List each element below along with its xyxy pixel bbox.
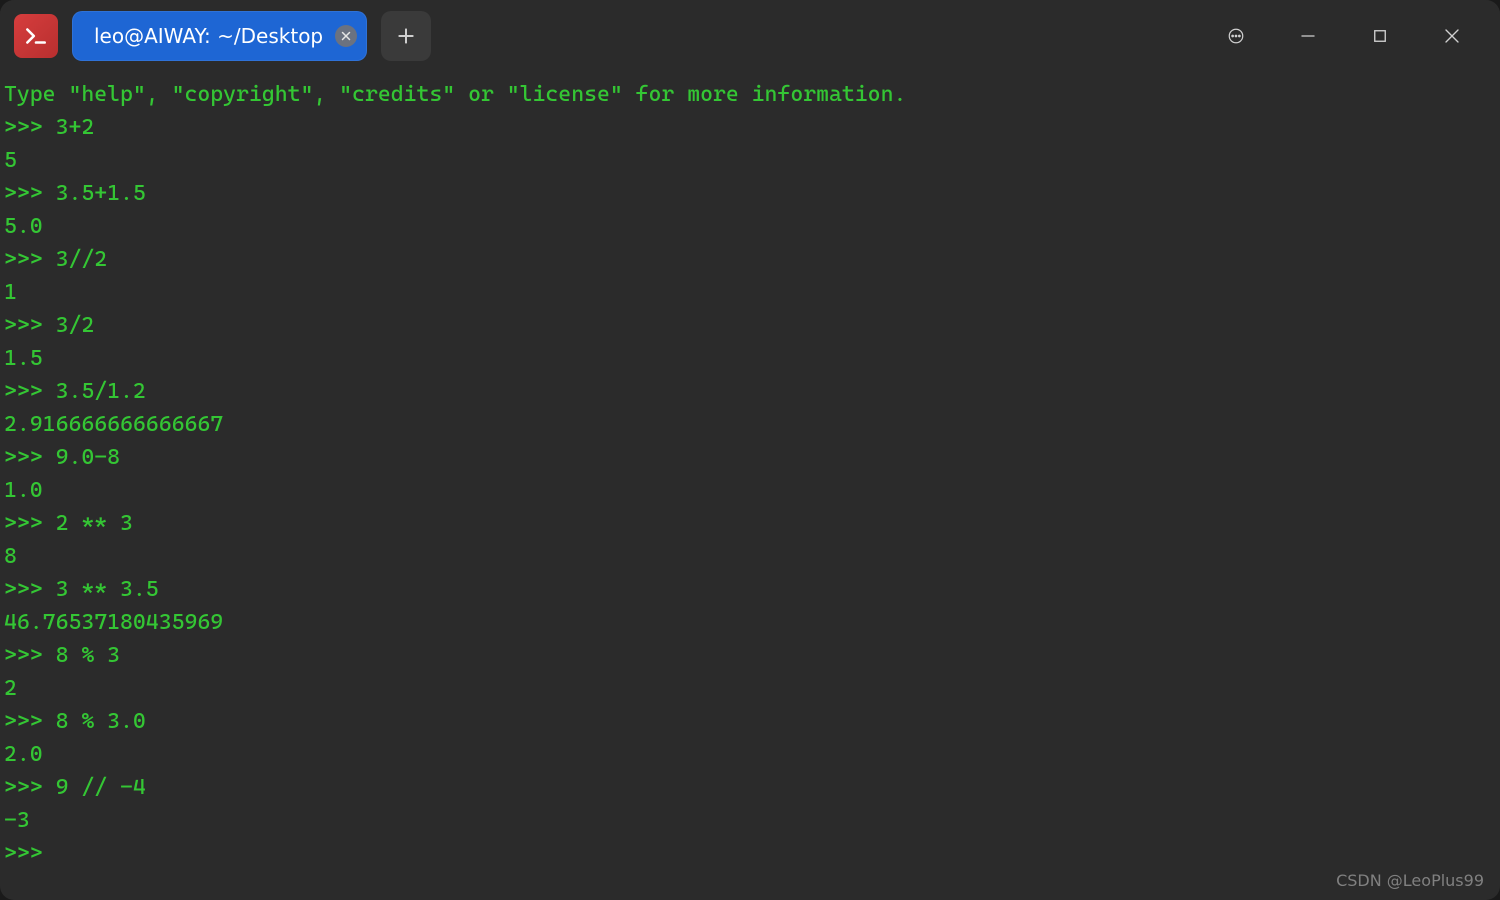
prompt-icon [23,23,49,49]
close-icon [340,30,352,42]
maximize-icon [1371,27,1389,45]
watermark: CSDN @LeoPlus99 [1336,871,1484,890]
minimize-button[interactable] [1292,20,1324,52]
terminal-output[interactable]: Type "help", "copyright", "credits" or "… [0,72,1500,900]
titlebar: leo@AIWAY: ~/Desktop [0,0,1500,72]
window-controls [1220,20,1486,52]
new-tab-button[interactable] [381,11,431,61]
close-icon [1443,27,1461,45]
more-button[interactable] [1220,20,1252,52]
maximize-button[interactable] [1364,20,1396,52]
more-icon [1227,27,1245,45]
tab-title: leo@AIWAY: ~/Desktop [94,24,323,48]
tab-active[interactable]: leo@AIWAY: ~/Desktop [72,11,367,61]
plus-icon [396,26,416,46]
terminal-window: leo@AIWAY: ~/Desktop [0,0,1500,900]
close-window-button[interactable] [1436,20,1468,52]
minimize-icon [1299,27,1317,45]
tab-close-button[interactable] [335,25,357,47]
terminal-app-icon[interactable] [14,14,58,58]
